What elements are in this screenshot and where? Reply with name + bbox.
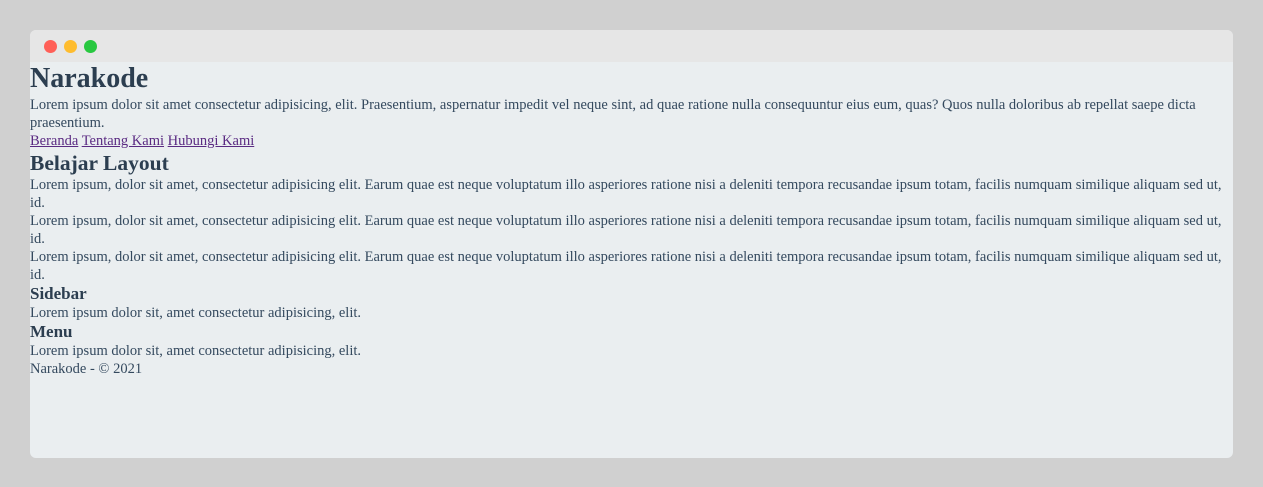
main-paragraph: Lorem ipsum, dolor sit amet, consectetur…	[30, 177, 1222, 211]
window-titlebar	[30, 30, 1233, 62]
site-nav: Beranda Tentang Kami Hubungi Kami	[30, 132, 1233, 150]
site-title: Narakode	[30, 63, 149, 94]
site-footer: Narakode - © 2021	[30, 360, 1233, 378]
footer-text: Narakode - © 2021	[30, 361, 143, 377]
menu-section: Menu Lorem ipsum dolor sit, amet consect…	[30, 322, 1233, 360]
main-paragraph: Lorem ipsum, dolor sit amet, consectetur…	[30, 249, 1222, 283]
main-paragraph: Lorem ipsum, dolor sit amet, consectetur…	[30, 213, 1222, 247]
nav-link-hubungi-kami[interactable]: Hubungi Kami	[168, 133, 255, 149]
browser-window: Narakode Lorem ipsum dolor sit amet cons…	[30, 30, 1233, 458]
sidebar-text: Lorem ipsum dolor sit, amet consectetur …	[30, 305, 362, 321]
site-header: Narakode Lorem ipsum dolor sit amet cons…	[30, 62, 1233, 132]
sidebar-heading: Sidebar	[30, 284, 87, 303]
nav-link-beranda[interactable]: Beranda	[30, 133, 78, 149]
minimize-window-button[interactable]	[64, 40, 77, 53]
main-section: Belajar Layout Lorem ipsum, dolor sit am…	[30, 150, 1233, 284]
menu-text: Lorem ipsum dolor sit, amet consectetur …	[30, 343, 362, 359]
maximize-window-button[interactable]	[84, 40, 97, 53]
page-content: Narakode Lorem ipsum dolor sit amet cons…	[30, 62, 1233, 378]
site-description: Lorem ipsum dolor sit amet consectetur a…	[30, 97, 1196, 131]
main-heading: Belajar Layout	[30, 151, 169, 175]
menu-heading: Menu	[30, 322, 73, 341]
close-window-button[interactable]	[44, 40, 57, 53]
nav-link-tentang-kami[interactable]: Tentang Kami	[82, 133, 164, 149]
sidebar-section: Sidebar Lorem ipsum dolor sit, amet cons…	[30, 284, 1233, 322]
